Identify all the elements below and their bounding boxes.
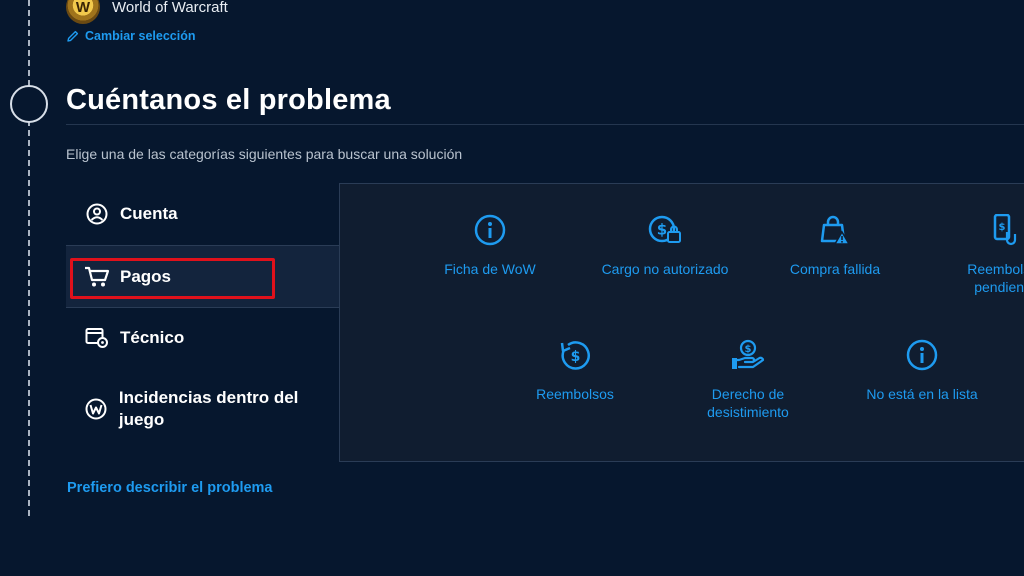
dollar-lock-icon: $ (585, 214, 745, 246)
option-label: Derecho de desistimiento (707, 386, 789, 420)
refund-dollar-icon: $ (515, 339, 635, 371)
pencil-icon (67, 30, 79, 42)
option-reembolsar-pendiente[interactable]: $ Reembolsar pendiente (935, 214, 1024, 296)
category-label: Pagos (120, 266, 172, 286)
svg-text:$: $ (745, 344, 752, 355)
category-pagos[interactable]: Pagos (66, 245, 339, 308)
bag-warning-icon (775, 214, 895, 246)
describe-problem-link[interactable]: Prefiero describir el problema (67, 480, 273, 496)
category-label: Cuenta (120, 204, 178, 223)
step-indicator (10, 85, 48, 123)
option-no-esta-en-lista[interactable]: No está en la lista (852, 339, 992, 403)
category-incidencias-juego[interactable]: Incidencias dentro del juego (66, 385, 339, 433)
step-progress-line (28, 0, 30, 516)
phone-touch-icon: $ (935, 214, 1024, 246)
option-label: Reembolsar pendiente (967, 261, 1024, 295)
svg-text:$: $ (999, 222, 1006, 233)
wow-game-logo: W (66, 0, 100, 24)
option-label: No está en la lista (866, 386, 978, 402)
selected-game: W World of Warcraft (66, 0, 228, 24)
wow-logo-icon (84, 396, 109, 422)
option-reembolsos[interactable]: $ Reembolsos (515, 339, 635, 403)
option-label: Compra fallida (789, 261, 881, 277)
title-divider (66, 124, 1024, 125)
option-cargo-no-autorizado[interactable]: $ Cargo no autorizado (585, 214, 745, 278)
subcategory-panel: Ficha de WoW $ Cargo no autorizado Compr… (339, 183, 1024, 462)
category-label: Incidencias dentro del juego (118, 388, 299, 429)
category-tecnico[interactable]: Técnico (66, 318, 339, 358)
page-subtitle: Elige una de las categorías siguientes p… (66, 146, 463, 162)
change-selection-label: Cambiar selección (85, 29, 196, 43)
shopping-cart-icon (84, 264, 110, 290)
change-selection-link[interactable]: Cambiar selección (67, 29, 195, 43)
info-circle-icon (430, 214, 550, 246)
option-derecho-desistimiento[interactable]: $ Derecho de desistimiento (688, 339, 808, 421)
svg-text:$: $ (571, 349, 581, 365)
hand-dollar-icon: $ (688, 339, 808, 371)
option-ficha-wow[interactable]: Ficha de WoW (430, 214, 550, 278)
option-label: Reembolsos (536, 386, 614, 402)
option-label: Ficha de WoW (444, 261, 536, 277)
svg-text:$: $ (657, 221, 667, 239)
page-title: Cuéntanos el problema (66, 84, 391, 116)
option-label: Cargo no autorizado (601, 261, 729, 277)
user-circle-icon (84, 201, 110, 227)
game-name: World of Warcraft (112, 0, 228, 16)
option-compra-fallida[interactable]: Compra fallida (775, 214, 895, 278)
category-cuenta[interactable]: Cuenta (66, 193, 339, 235)
category-label: Técnico (120, 328, 185, 347)
monitor-gear-icon (84, 325, 110, 351)
info-circle-icon (852, 339, 992, 371)
